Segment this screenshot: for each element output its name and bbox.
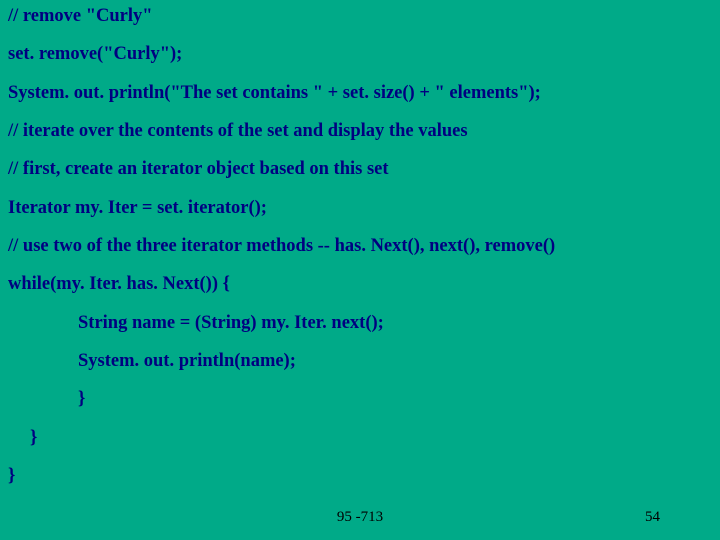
footer-center: 95 -713: [0, 509, 720, 526]
code-line-8: while(my. Iter. has. Next()) {: [8, 274, 712, 294]
code-line-3: System. out. println("The set contains "…: [8, 83, 712, 103]
code-line-11: }: [8, 389, 712, 409]
code-line-6: Iterator my. Iter = set. iterator();: [8, 198, 712, 218]
code-line-13: }: [8, 466, 712, 486]
code-line-4: // iterate over the contents of the set …: [8, 121, 712, 141]
code-line-7: // use two of the three iterator methods…: [8, 236, 712, 256]
slide: // remove "Curly" set. remove("Curly"); …: [0, 0, 720, 540]
code-line-12: }: [8, 428, 712, 448]
code-line-10: System. out. println(name);: [8, 351, 712, 371]
code-line-5: // first, create an iterator object base…: [8, 159, 712, 179]
code-line-1: // remove "Curly": [8, 6, 712, 26]
code-line-9: String name = (String) my. Iter. next();: [8, 313, 712, 333]
footer-page-number: 54: [645, 509, 660, 526]
code-line-2: set. remove("Curly");: [8, 44, 712, 64]
